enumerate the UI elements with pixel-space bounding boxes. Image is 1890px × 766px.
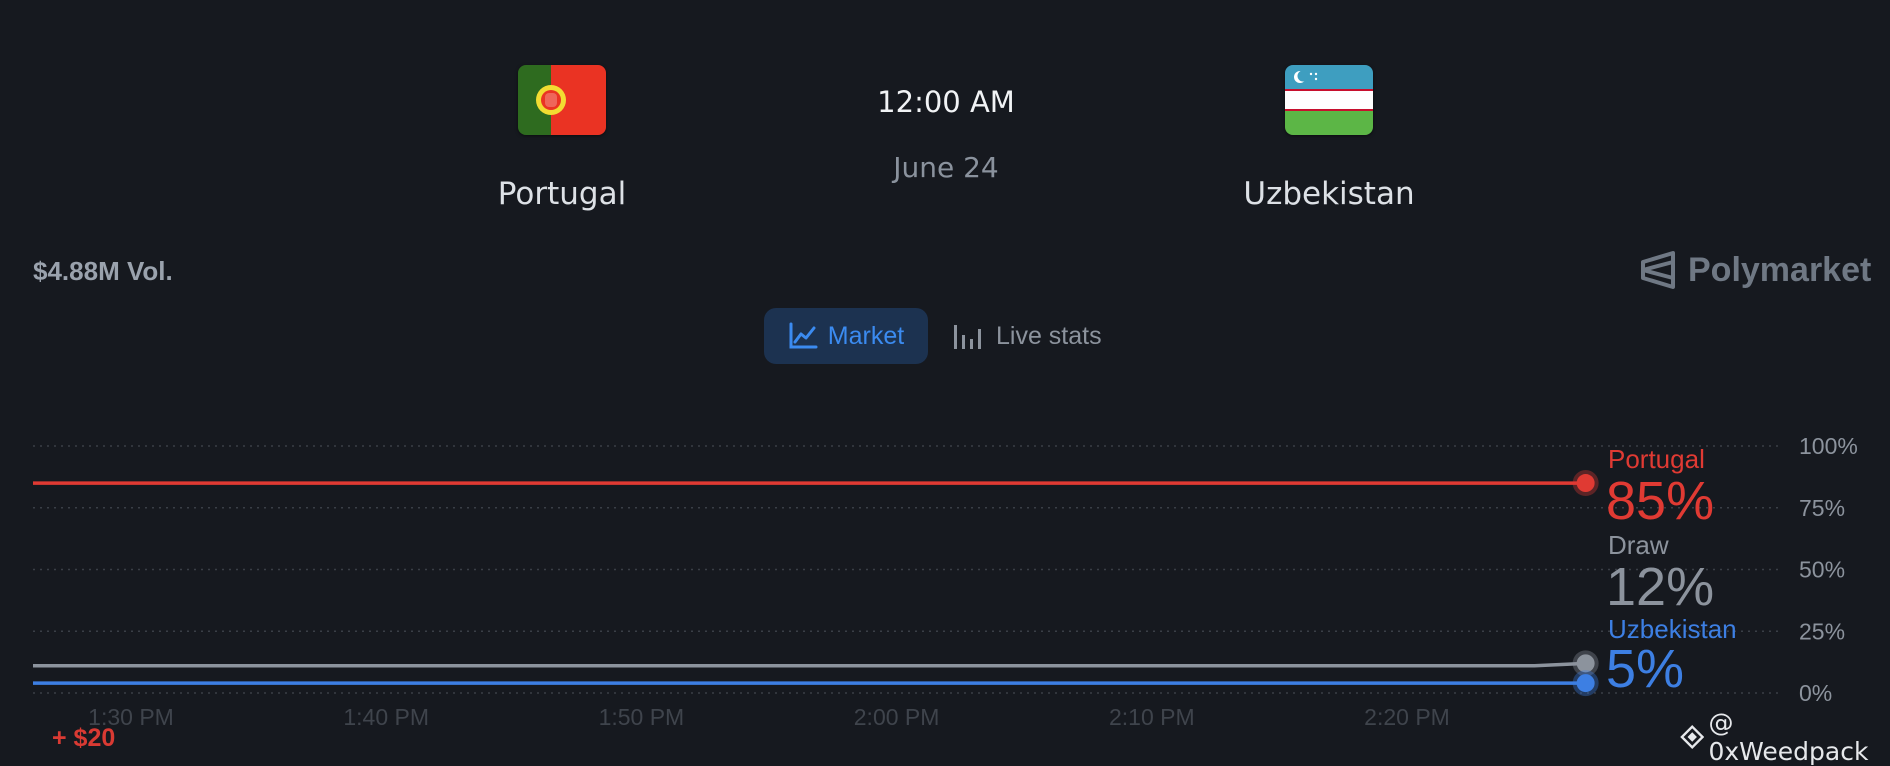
brand[interactable]: Polymarket (1640, 250, 1871, 290)
y-tick-label: 75% (1799, 495, 1845, 521)
uzbekistan-flag-icon (1285, 65, 1373, 135)
x-tick-label: 2:00 PM (854, 704, 940, 730)
series-endpoint-dot (1576, 474, 1595, 493)
y-tick-label: 25% (1799, 618, 1845, 644)
volume-label: $4.88M Vol. (33, 256, 173, 286)
x-tick-label: 1:50 PM (599, 704, 685, 730)
match-time: 12:00 AM (877, 85, 1015, 119)
watermark-text: @ 0xWeedpack (1708, 708, 1869, 766)
brand-name: Polymarket (1688, 250, 1872, 289)
y-tick-label: 50% (1799, 557, 1845, 583)
outcome-uzbekistan-pct: 5% (1606, 639, 1685, 699)
match-date: June 24 (893, 151, 999, 184)
tab-market-label: Market (827, 321, 905, 350)
away-team-name: Uzbekistan (1243, 176, 1415, 212)
trade-amount-tag: + $20 (52, 724, 116, 752)
home-team-name: Portugal (497, 176, 627, 212)
x-tick-label: 1:40 PM (343, 704, 429, 730)
diamond-logo-icon (1680, 724, 1705, 750)
portugal-flag-icon (518, 65, 606, 135)
outcome-draw-pct: 12% (1606, 557, 1715, 617)
tab-live-stats-label: Live stats (996, 321, 1102, 350)
tab-market[interactable]: Market (764, 308, 928, 364)
outcome-portugal-pct: 85% (1606, 471, 1715, 531)
x-tick-label: 2:20 PM (1364, 704, 1450, 730)
polymarket-logo-icon (1641, 251, 1675, 289)
chart-series (33, 470, 1599, 697)
y-tick-label: 0% (1799, 680, 1832, 706)
tab-live-stats[interactable]: Live stats (952, 308, 1102, 364)
line-chart-icon (789, 322, 818, 349)
y-tick-label: 100% (1799, 433, 1858, 459)
x-axis-ticks: 1:30 PM 1:40 PM 1:50 PM 2:00 PM 2:10 PM 2:20 … (88, 704, 1450, 730)
series-line-draw (33, 661, 1586, 668)
back-chevron-icon (862, 0, 952, 6)
y-axis-ticks: 100% 75% 50% 25% 0% (1799, 433, 1858, 706)
watermark: @ 0xWeedpack (1680, 708, 1890, 766)
x-tick-label: 2:10 PM (1109, 704, 1195, 730)
bar-chart-icon (954, 325, 981, 349)
series-endpoint-dot (1576, 654, 1595, 673)
series-endpoint-dot (1576, 674, 1595, 693)
